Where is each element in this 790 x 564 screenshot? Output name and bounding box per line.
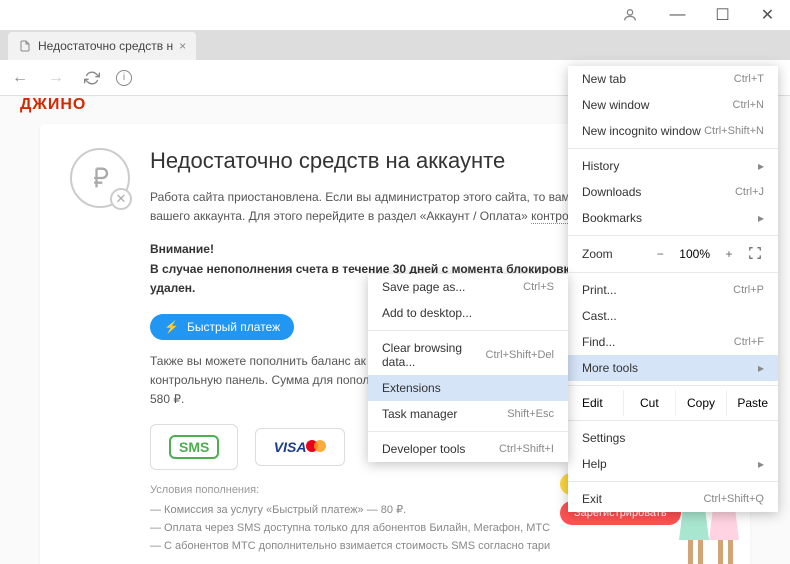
zoom-in-button[interactable]: + bbox=[720, 247, 738, 261]
back-button[interactable]: ← bbox=[8, 66, 32, 90]
close-window-button[interactable]: ✕ bbox=[745, 0, 790, 30]
pay-sms-option[interactable]: SMS bbox=[150, 424, 238, 470]
menu-more-tools[interactable]: More tools▸ bbox=[568, 355, 778, 381]
visa-icon: VISA bbox=[274, 439, 307, 455]
menu-print[interactable]: Print...Ctrl+P bbox=[568, 277, 778, 303]
pay-card-option[interactable]: VISA bbox=[255, 428, 346, 466]
zoom-out-button[interactable]: − bbox=[651, 247, 669, 261]
chevron-right-icon: ▸ bbox=[758, 457, 764, 471]
more-tools-submenu: Save page as...Ctrl+S Add to desktop... … bbox=[368, 274, 568, 462]
mastercard-icon bbox=[306, 439, 326, 453]
new-tab-button[interactable] bbox=[196, 36, 220, 60]
chevron-right-icon: ▸ bbox=[758, 159, 764, 173]
quick-pay-label: Быстрый платеж bbox=[187, 320, 280, 334]
menu-history[interactable]: History▸ bbox=[568, 153, 778, 179]
menu-zoom: Zoom − 100% + bbox=[568, 240, 778, 268]
submenu-clear-data[interactable]: Clear browsing data...Ctrl+Shift+Del bbox=[368, 335, 568, 375]
menu-incognito[interactable]: New incognito windowCtrl+Shift+N bbox=[568, 118, 778, 144]
menu-settings[interactable]: Settings bbox=[568, 425, 778, 451]
reload-button[interactable] bbox=[80, 66, 104, 90]
cut-button[interactable]: Cut bbox=[623, 390, 675, 416]
forward-button[interactable]: → bbox=[44, 66, 68, 90]
page-icon bbox=[18, 39, 32, 53]
sms-icon: SMS bbox=[169, 435, 219, 459]
tab-title: Недостаточно средств н bbox=[38, 39, 173, 53]
fullscreen-icon[interactable] bbox=[748, 246, 764, 262]
menu-help[interactable]: Help▸ bbox=[568, 451, 778, 477]
chevron-right-icon: ▸ bbox=[758, 211, 764, 225]
menu-find[interactable]: Find...Ctrl+F bbox=[568, 329, 778, 355]
submenu-save-page[interactable]: Save page as...Ctrl+S bbox=[368, 274, 568, 300]
menu-downloads[interactable]: DownloadsCtrl+J bbox=[568, 179, 778, 205]
menu-bookmarks[interactable]: Bookmarks▸ bbox=[568, 205, 778, 231]
zoom-label: Zoom bbox=[582, 247, 641, 261]
menu-exit[interactable]: ExitCtrl+Shift+Q bbox=[568, 486, 778, 512]
menu-cast[interactable]: Cast... bbox=[568, 303, 778, 329]
user-icon[interactable] bbox=[615, 0, 645, 30]
submenu-dev-tools[interactable]: Developer toolsCtrl+Shift+I bbox=[368, 436, 568, 462]
x-badge-icon: ✕ bbox=[110, 188, 132, 210]
quick-pay-button[interactable]: ⚡ Быстрый платеж bbox=[150, 314, 294, 340]
copy-button[interactable]: Copy bbox=[675, 390, 727, 416]
submenu-extensions[interactable]: Extensions bbox=[368, 375, 568, 401]
submenu-add-desktop[interactable]: Add to desktop... bbox=[368, 300, 568, 326]
tab-strip: Недостаточно средств н × bbox=[0, 30, 790, 60]
menu-new-window[interactable]: New windowCtrl+N bbox=[568, 92, 778, 118]
browser-tab[interactable]: Недостаточно средств н × bbox=[8, 32, 196, 60]
chevron-right-icon: ▸ bbox=[758, 361, 764, 375]
chrome-main-menu: New tabCtrl+T New windowCtrl+N New incog… bbox=[568, 66, 778, 512]
menu-edit-row: Edit Cut Copy Paste bbox=[568, 390, 778, 416]
zoom-level: 100% bbox=[679, 247, 710, 261]
menu-new-tab[interactable]: New tabCtrl+T bbox=[568, 66, 778, 92]
paste-button[interactable]: Paste bbox=[726, 390, 778, 416]
lightning-icon: ⚡ bbox=[164, 320, 179, 334]
close-tab-icon[interactable]: × bbox=[179, 39, 186, 53]
minimize-button[interactable]: — bbox=[655, 0, 700, 30]
ruble-blocked-icon: ✕ bbox=[70, 148, 130, 208]
site-info-icon[interactable]: i bbox=[116, 70, 132, 86]
maximize-button[interactable]: ☐ bbox=[700, 0, 745, 30]
submenu-task-manager[interactable]: Task managerShift+Esc bbox=[368, 401, 568, 427]
edit-label: Edit bbox=[568, 390, 623, 416]
window-titlebar: — ☐ ✕ bbox=[0, 0, 790, 30]
